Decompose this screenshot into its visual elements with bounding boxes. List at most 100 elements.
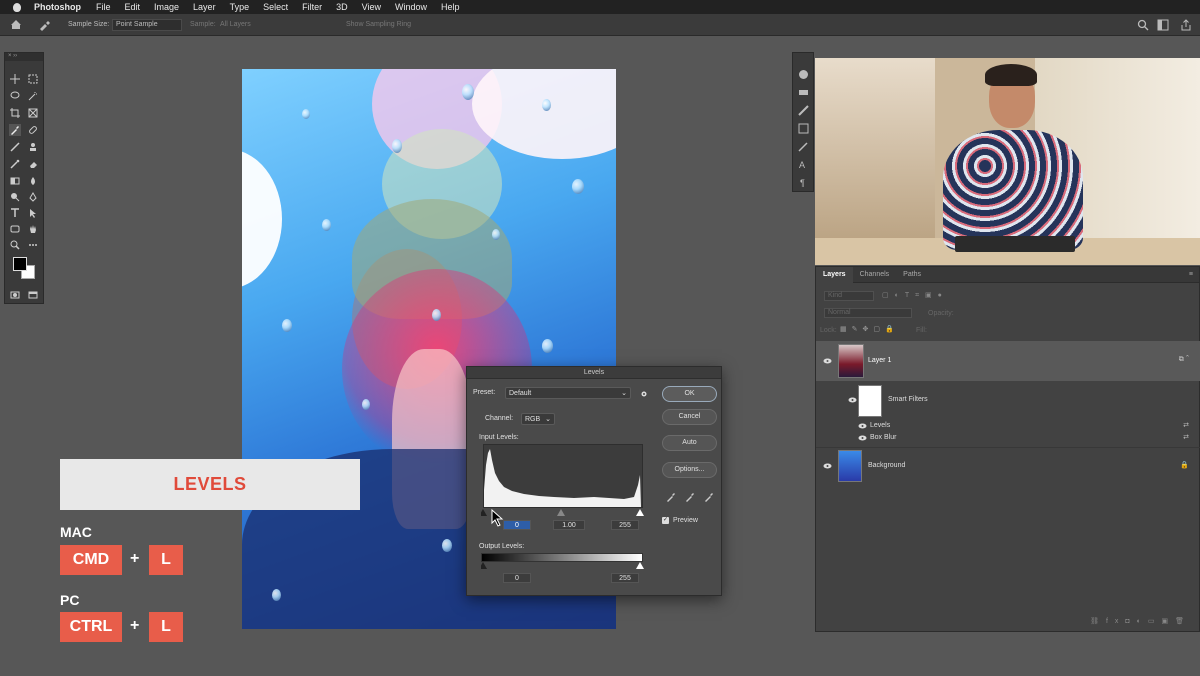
output-sliders[interactable] [481,562,645,569]
visibility-eye-icon[interactable] [848,397,857,403]
more-tools-icon[interactable] [27,239,39,251]
properties-panel-icon[interactable] [798,123,809,134]
swatches-panel-icon[interactable] [798,87,809,98]
menu-image[interactable]: Image [154,2,179,12]
filter-row-levels[interactable]: Levels ⇄ [816,420,1200,432]
layer-filter-kind[interactable]: Kind [824,291,874,301]
dodge-tool-icon[interactable] [9,191,21,203]
layer1-thumbnail [838,344,864,378]
hand-tool-icon[interactable] [27,223,39,235]
menu-edit[interactable]: Edit [125,2,141,12]
app-menu[interactable]: Photoshop [34,2,81,12]
preset-select[interactable]: Default ⌄ [505,387,631,399]
menu-layer[interactable]: Layer [193,2,216,12]
history-brush-tool-icon[interactable] [9,158,21,170]
quick-mask-icon[interactable] [9,289,21,301]
healing-brush-tool-icon[interactable] [27,124,39,136]
input-gamma-field[interactable]: 1.00 [553,520,585,530]
eyedropper-tool-icon[interactable] [38,19,52,31]
show-sampling-ring-checkbox[interactable]: Show Sampling Ring [346,21,411,28]
auto-button[interactable]: Auto [662,435,717,451]
options-button[interactable]: Options... [662,462,717,478]
input-white-field[interactable]: 255 [611,520,639,530]
menu-select[interactable]: Select [263,2,288,12]
eyedropper-tool-active-icon[interactable] [9,124,21,136]
layers-footer-icons[interactable]: ⛓fx◘◐▭▣🗑 [1090,617,1191,625]
tab-channels[interactable]: Channels [853,267,897,283]
brush-panel-icon[interactable] [798,141,809,152]
visibility-eye-icon[interactable] [858,435,867,441]
output-white-field[interactable]: 255 [611,573,639,583]
visibility-eye-icon[interactable] [823,358,832,364]
preset-options-gear-icon[interactable] [639,389,649,399]
filter-options-icon[interactable]: ⇄ [1183,421,1189,429]
menu-view[interactable]: View [362,2,381,12]
input-sliders[interactable] [481,509,645,516]
clone-stamp-tool-icon[interactable] [27,141,39,153]
tab-paths[interactable]: Paths [896,267,928,283]
gradient-tool-icon[interactable] [9,175,21,187]
layer-name[interactable]: Layer 1 [868,357,891,364]
blur-tool-icon[interactable] [27,175,39,187]
layers-panel: Layers Channels Paths ≡ Kind ▢◐T⌗▣● Norm… [815,266,1200,632]
adjustments-panel-icon[interactable] [798,105,809,116]
path-selection-tool-icon[interactable] [27,207,39,219]
type-tool-icon[interactable] [9,207,21,219]
character-panel-icon[interactable]: A [798,159,809,170]
menu-file[interactable]: File [96,2,111,12]
panel-menu-icon[interactable]: ≡ [1189,271,1193,278]
opacity-label[interactable]: Opacity: [928,310,954,317]
menu-help[interactable]: Help [441,2,460,12]
input-black-field[interactable]: 0 [503,520,531,530]
preview-checkbox[interactable]: ✓ [662,517,669,524]
menu-3d[interactable]: 3D [336,2,348,12]
fill-label[interactable]: Fill: [916,327,927,334]
magic-wand-tool-icon[interactable] [27,90,39,102]
color-panel-icon[interactable] [798,69,809,80]
filter-row-box-blur[interactable]: Box Blur ⇄ [816,432,1200,444]
marquee-tool-icon[interactable] [27,73,39,85]
lasso-tool-icon[interactable] [9,90,21,102]
menu-type[interactable]: Type [230,2,250,12]
zoom-tool-icon[interactable] [9,239,21,251]
visibility-eye-icon[interactable] [823,463,832,469]
menu-filter[interactable]: Filter [302,2,322,12]
tools-panel-header[interactable]: × ›› [5,53,43,61]
home-icon[interactable] [10,19,22,30]
black-eyedropper-icon[interactable] [666,492,676,502]
lock-icons[interactable]: ▦✎✥▢🔒 [840,325,899,333]
move-tool-icon[interactable] [9,73,21,85]
gray-eyedropper-icon[interactable] [685,492,695,502]
pen-tool-icon[interactable] [27,191,39,203]
menu-window[interactable]: Window [395,2,427,12]
shape-tool-icon[interactable] [9,223,21,235]
paragraph-panel-icon[interactable]: ¶ [798,177,809,188]
brush-tool-icon[interactable] [9,141,21,153]
smart-filters-row[interactable]: Smart Filters [816,383,1200,417]
workspace-icon[interactable] [1157,19,1169,31]
search-icon[interactable] [1137,19,1149,31]
blend-mode-select[interactable]: Normal [824,308,912,318]
channel-select[interactable]: RGB ⌄ [521,413,555,425]
cancel-button[interactable]: Cancel [662,409,717,425]
layer-name[interactable]: Background [868,462,905,469]
tab-layers[interactable]: Layers [816,266,853,283]
layer-row-layer1[interactable]: Layer 1 ⧉ ⌃ [816,341,1200,381]
white-eyedropper-icon[interactable] [704,492,714,502]
ok-button[interactable]: OK [662,386,717,402]
levels-dialog-title[interactable]: Levels [467,367,721,379]
screen-mode-icon[interactable] [27,289,39,301]
output-black-field[interactable]: 0 [503,573,531,583]
apple-icon[interactable] [10,0,24,14]
layer-filter-icons[interactable]: ▢◐T⌗▣● [882,291,962,301]
visibility-eye-icon[interactable] [858,423,867,429]
frame-tool-icon[interactable] [27,107,39,119]
crop-tool-icon[interactable] [9,107,21,119]
share-icon[interactable] [1180,19,1192,31]
sample-size-select[interactable]: Point Sample [112,19,182,31]
eraser-tool-icon[interactable] [27,158,39,170]
layer-row-background[interactable]: Background 🔒 [816,447,1200,483]
filter-options-icon[interactable]: ⇄ [1183,433,1189,441]
sample-select[interactable]: All Layers [220,21,251,28]
foreground-color-swatch[interactable] [13,257,27,271]
